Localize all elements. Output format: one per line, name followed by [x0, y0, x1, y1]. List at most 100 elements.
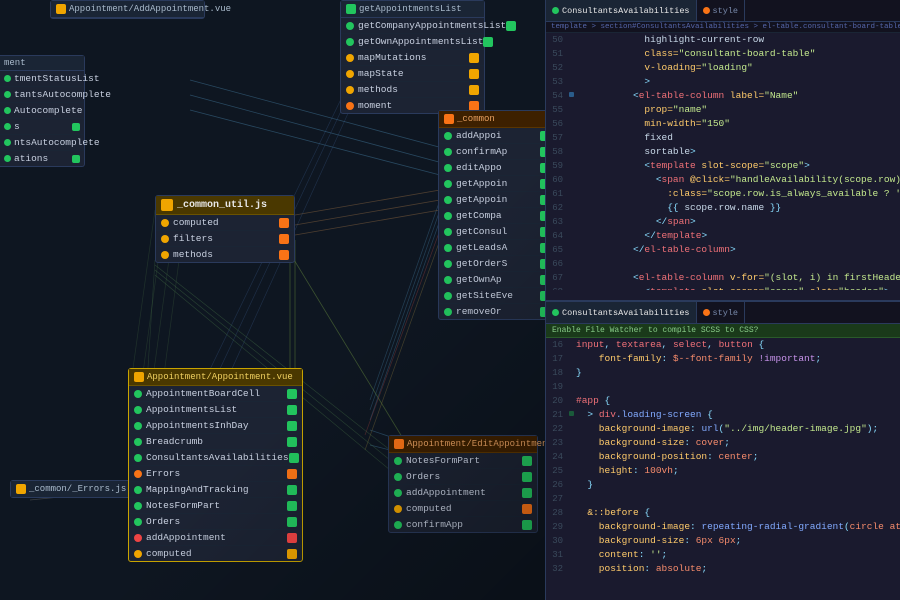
code-line-60: 60 <span @click="handleAvailability(scop… [546, 173, 900, 187]
top-editor-tabs: ConsultantsAvailabilities style [546, 0, 900, 22]
code-line-61: 61 :class="scope.row.is_always_available… [546, 187, 900, 201]
css-line-24: 24 background-position: center; [546, 450, 900, 464]
c-row-4: getAppoin [439, 176, 555, 192]
appointment-row-computed: computed [129, 546, 302, 561]
appointment-card: Appointment/Appointment.vue AppointmentB… [128, 368, 303, 562]
code-line-59: 59 <template slot-scope="scope"> [546, 159, 900, 173]
css-line-27: 27 [546, 492, 900, 506]
tab-consultants-css[interactable]: ConsultantsAvailabilities [546, 302, 697, 323]
code-line-50: 50 highlight-current-row [546, 33, 900, 47]
tab-style-css[interactable]: style [697, 302, 746, 323]
css-line-26: 26 } [546, 478, 900, 492]
c-row-9: getOrderS [439, 256, 555, 272]
c-row-10: getOwnAp [439, 272, 555, 288]
bottom-editor-tabs: ConsultantsAvailabilities style [546, 302, 900, 324]
tab-style[interactable]: style [697, 0, 746, 21]
common-header: _common [439, 111, 555, 128]
ind-methods [279, 250, 289, 260]
al-row-5: methods [341, 82, 484, 98]
c-row-7: getConsul [439, 224, 555, 240]
appointment-row-2: AppointmentsList [129, 402, 302, 418]
css-code-content: 16 input, textarea, select, button { 17 … [546, 338, 900, 593]
css-line-30: 30 background-size: 6px 6px; [546, 534, 900, 548]
add-appointment-header: Appointment/AddAppointment.vue [51, 1, 204, 18]
css-line-28: 28 &::before { [546, 506, 900, 520]
bottom-editor-panel: ConsultantsAvailabilities style Enable F… [545, 300, 900, 600]
appointment-row-8: NotesFormPart [129, 498, 302, 514]
code-line-66: 66 [546, 257, 900, 271]
css-line-32: 32 position: absolute; [546, 562, 900, 576]
c-row-3: editAppo [439, 160, 555, 176]
css-line-17: 17 font-family: $--font-family !importan… [546, 352, 900, 366]
ind-filters [279, 234, 289, 244]
top-code-content: 50 highlight-current-row 51 class="consu… [546, 33, 900, 290]
edit-appointment-header: Appointment/EditAppointment.vue [389, 436, 537, 453]
dot-filters [161, 235, 169, 243]
edit-row-computed: computed [389, 501, 537, 517]
css-line-18: 18 } [546, 366, 900, 380]
code-line-56: 56 min-width="150" [546, 117, 900, 131]
partial-card-row: Autocomplete [0, 103, 84, 119]
util-row-filters: filters [156, 231, 294, 247]
css-line-20: 20 #app { [546, 394, 900, 408]
util-row-computed: computed [156, 215, 294, 231]
c-row-1: addAppoi [439, 128, 555, 144]
partial-card-row: tmentStatusList [0, 71, 84, 87]
al-row-2: getOwnAppointmentsList [341, 34, 484, 50]
css-line-22: 22 background-image: url("../img/header-… [546, 422, 900, 436]
code-line-57: 57 fixed [546, 131, 900, 145]
code-line-68: 68 <template slot-scope="scope" slot="he… [546, 285, 900, 290]
css-line-29: 29 background-image: repeating-radial-gr… [546, 520, 900, 534]
partial-card-row: ations [0, 151, 84, 166]
add-appointment-card: Appointment/AddAppointment.vue [50, 0, 205, 19]
partial-card-row: s [0, 119, 84, 135]
css-line-16: 16 input, textarea, select, button { [546, 338, 900, 352]
edit-row-3: addAppointment [389, 485, 537, 501]
c-row-5: getAppoin [439, 192, 555, 208]
tab-icon-style [703, 7, 710, 14]
top-editor-panel: ConsultantsAvailabilities style template… [545, 0, 900, 300]
code-line-53: 53 > [546, 75, 900, 89]
code-line-54: 54 <el-table-column label="Name" [546, 89, 900, 103]
appointment-row-1: AppointmentBoardCell [129, 386, 302, 402]
c-row-2: confirmAp [439, 144, 555, 160]
common-card: _common addAppoi confirmAp editAppo getA… [438, 110, 556, 320]
code-line-55: 55 prop="name" [546, 103, 900, 117]
edit-row-1: NotesFormPart [389, 453, 537, 469]
code-line-62: 62 {{ scope.row.name }} [546, 201, 900, 215]
tab-consultants[interactable]: ConsultantsAvailabilities [546, 0, 697, 21]
dot-methods [161, 251, 169, 259]
css-line-23: 23 background-size: cover; [546, 436, 900, 450]
edit-appointment-card: Appointment/EditAppointment.vue NotesFor… [388, 435, 538, 533]
graph-panel: ment tmentStatusList tantsAutocomplete A… [0, 0, 560, 600]
appointment-row-6: Errors [129, 466, 302, 482]
appointment-row-7: MappingAndTracking [129, 482, 302, 498]
partial-card-row: ntsAutocomplete [0, 135, 84, 151]
code-line-63: 63 </span> [546, 215, 900, 229]
partial-card-1: ment tmentStatusList tantsAutocomplete A… [0, 55, 85, 167]
appointment-row-10: addAppointment [129, 530, 302, 546]
c-row-12: removeOr [439, 304, 555, 319]
scss-notification[interactable]: Enable File Watcher to compile SCSS to C… [546, 324, 900, 338]
tab-icon-css-style [703, 309, 710, 316]
al-row-4: mapState [341, 66, 484, 82]
al-row-1: getCompanyAppointmentsList [341, 18, 484, 34]
appointment-row-9: Orders [129, 514, 302, 530]
c-row-8: getLeadsA [439, 240, 555, 256]
errors-card: _common/_Errors.js [10, 480, 140, 498]
util-icon [161, 199, 173, 211]
partial-card-row: tantsAutocomplete [0, 87, 84, 103]
common-util-header: _common_util.js [156, 196, 294, 215]
c-row-6: getCompa [439, 208, 555, 224]
al-row-3: mapMutations [341, 50, 484, 66]
code-line-67: 67 <el-table-column v-for="(slot, i) in … [546, 271, 900, 285]
top-breadcrumb: template > section#ConsultantsAvailabili… [546, 22, 900, 33]
code-line-51: 51 class="consultant-board-table" [546, 47, 900, 61]
appointment-row-5: ConsultantsAvailabilities [129, 450, 302, 466]
css-line-19: 19 [546, 380, 900, 394]
dot-computed [161, 219, 169, 227]
code-line-65: 65 </el-table-column> [546, 243, 900, 257]
edit-row-2: Orders [389, 469, 537, 485]
edit-row-confirm: confirmApp [389, 517, 537, 532]
appointment-header: Appointment/Appointment.vue [129, 369, 302, 386]
